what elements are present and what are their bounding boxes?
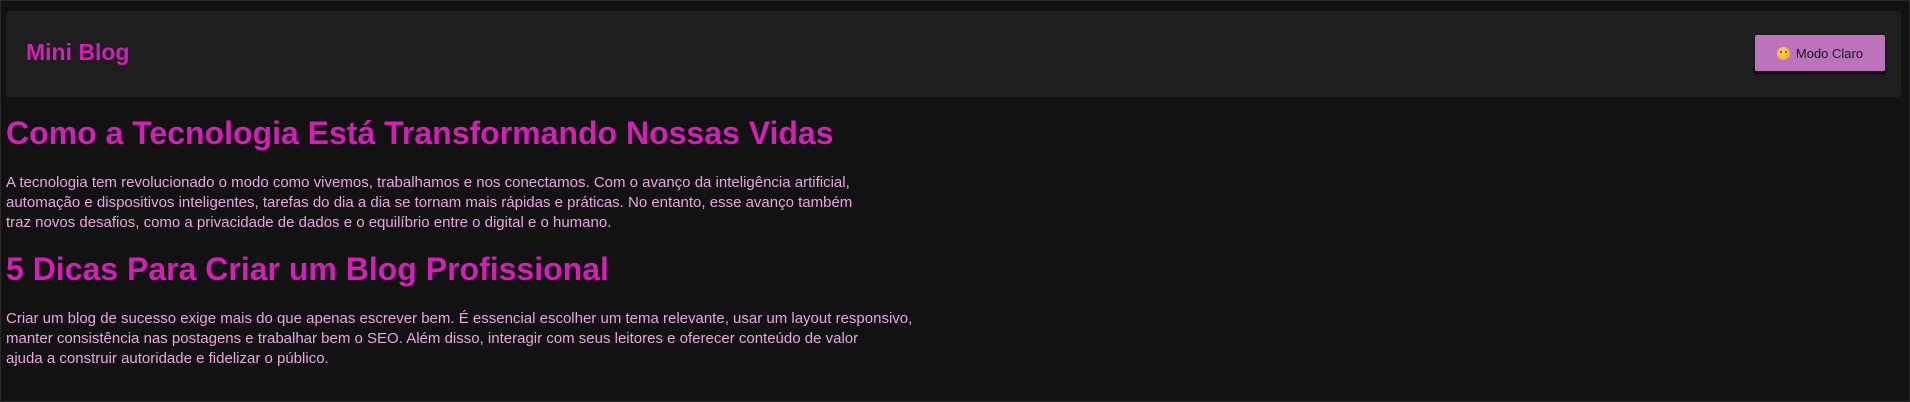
smiling-face-icon [1776,46,1790,60]
page-frame: Mini Blog Modo Claro Como a Tecnologia E… [0,0,1910,402]
post-body: Criar um blog de sucesso exige mais do q… [6,309,966,369]
post-body-line: traz novos desafios, como a privacidade … [6,213,612,231]
main-content: Como a Tecnologia Está Transformando Nos… [6,115,1006,369]
site-logo[interactable]: Mini Blog [26,41,129,64]
blog-post: 5 Dicas Para Criar um Blog Profissional … [6,251,1006,369]
theme-toggle-button[interactable]: Modo Claro [1753,33,1887,73]
post-body-line: Criar um blog de sucesso exige mais do q… [6,309,913,327]
post-body-line: manter consistência nas postagens e trab… [6,329,859,347]
post-body-line: A tecnologia tem revolucionado o modo co… [6,173,850,191]
post-body-line: automação e dispositivos inteligentes, t… [6,193,853,211]
site-header: Mini Blog Modo Claro [6,11,1901,97]
blog-post: Como a Tecnologia Está Transformando Nos… [6,115,1006,233]
post-title: 5 Dicas Para Criar um Blog Profissional [6,250,609,287]
theme-toggle-label: Modo Claro [1795,45,1864,61]
post-title: Como a Tecnologia Está Transformando Nos… [6,115,834,151]
post-body: A tecnologia tem revolucionado o modo co… [6,173,966,233]
post-body-line: ajuda a construir autoridade e fidelizar… [6,349,329,367]
